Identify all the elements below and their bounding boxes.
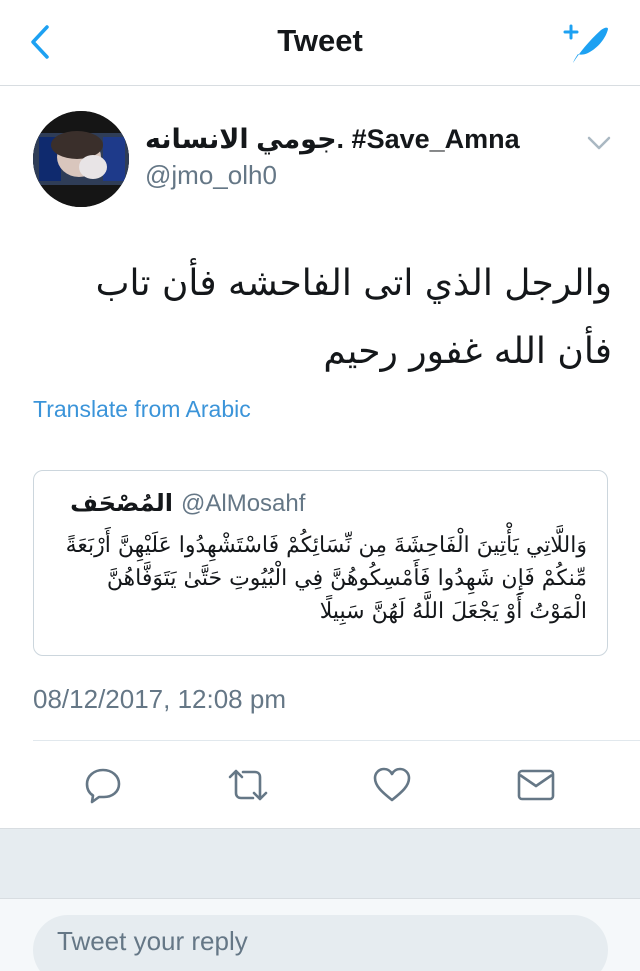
section-separator bbox=[0, 828, 640, 898]
page-title: Tweet bbox=[277, 23, 363, 58]
reply-input[interactable] bbox=[33, 915, 608, 971]
quoted-tweet-text: وَاللَّاتِي يَأْتِينَ الْفَاحِشَةَ مِن ن… bbox=[65, 533, 587, 624]
quoted-tweet[interactable]: @AlMosahf المُصْحَف وَاللَّاتِي يَأْتِين… bbox=[33, 470, 608, 656]
tweet-text: والرجل الذي اتى الفاحشه فأن تاب فأن الله… bbox=[95, 263, 612, 372]
chevron-down-icon bbox=[587, 136, 611, 150]
retweet-icon bbox=[228, 769, 268, 801]
tweet-timestamp: 08/12/2017, 12:08 pm bbox=[33, 684, 286, 714]
heart-icon bbox=[373, 767, 411, 802]
divider bbox=[33, 740, 640, 741]
like-button[interactable] bbox=[369, 764, 415, 806]
compose-tweet-button[interactable] bbox=[556, 18, 612, 68]
direct-message-button[interactable] bbox=[513, 764, 559, 806]
reply-icon bbox=[85, 768, 121, 804]
author-handle[interactable]: @jmo_olh0 bbox=[145, 160, 277, 191]
envelope-icon bbox=[517, 769, 555, 801]
quoted-tweet-display-name: المُصْحَف bbox=[70, 489, 173, 517]
author-display-name[interactable]: جومي الانسانه. #Save_Amna bbox=[145, 124, 525, 155]
avatar[interactable] bbox=[33, 111, 129, 207]
retweet-button[interactable] bbox=[225, 764, 271, 806]
avatar-image bbox=[33, 111, 129, 207]
quoted-tweet-handle: @AlMosahf bbox=[181, 490, 306, 517]
reply-button[interactable] bbox=[80, 764, 126, 806]
tweet-options-button[interactable] bbox=[584, 130, 614, 156]
nav-bar: Tweet bbox=[0, 0, 640, 86]
compose-tweet-icon bbox=[563, 24, 608, 63]
translate-link[interactable]: Translate from Arabic bbox=[33, 396, 251, 423]
reply-bar bbox=[0, 898, 640, 971]
